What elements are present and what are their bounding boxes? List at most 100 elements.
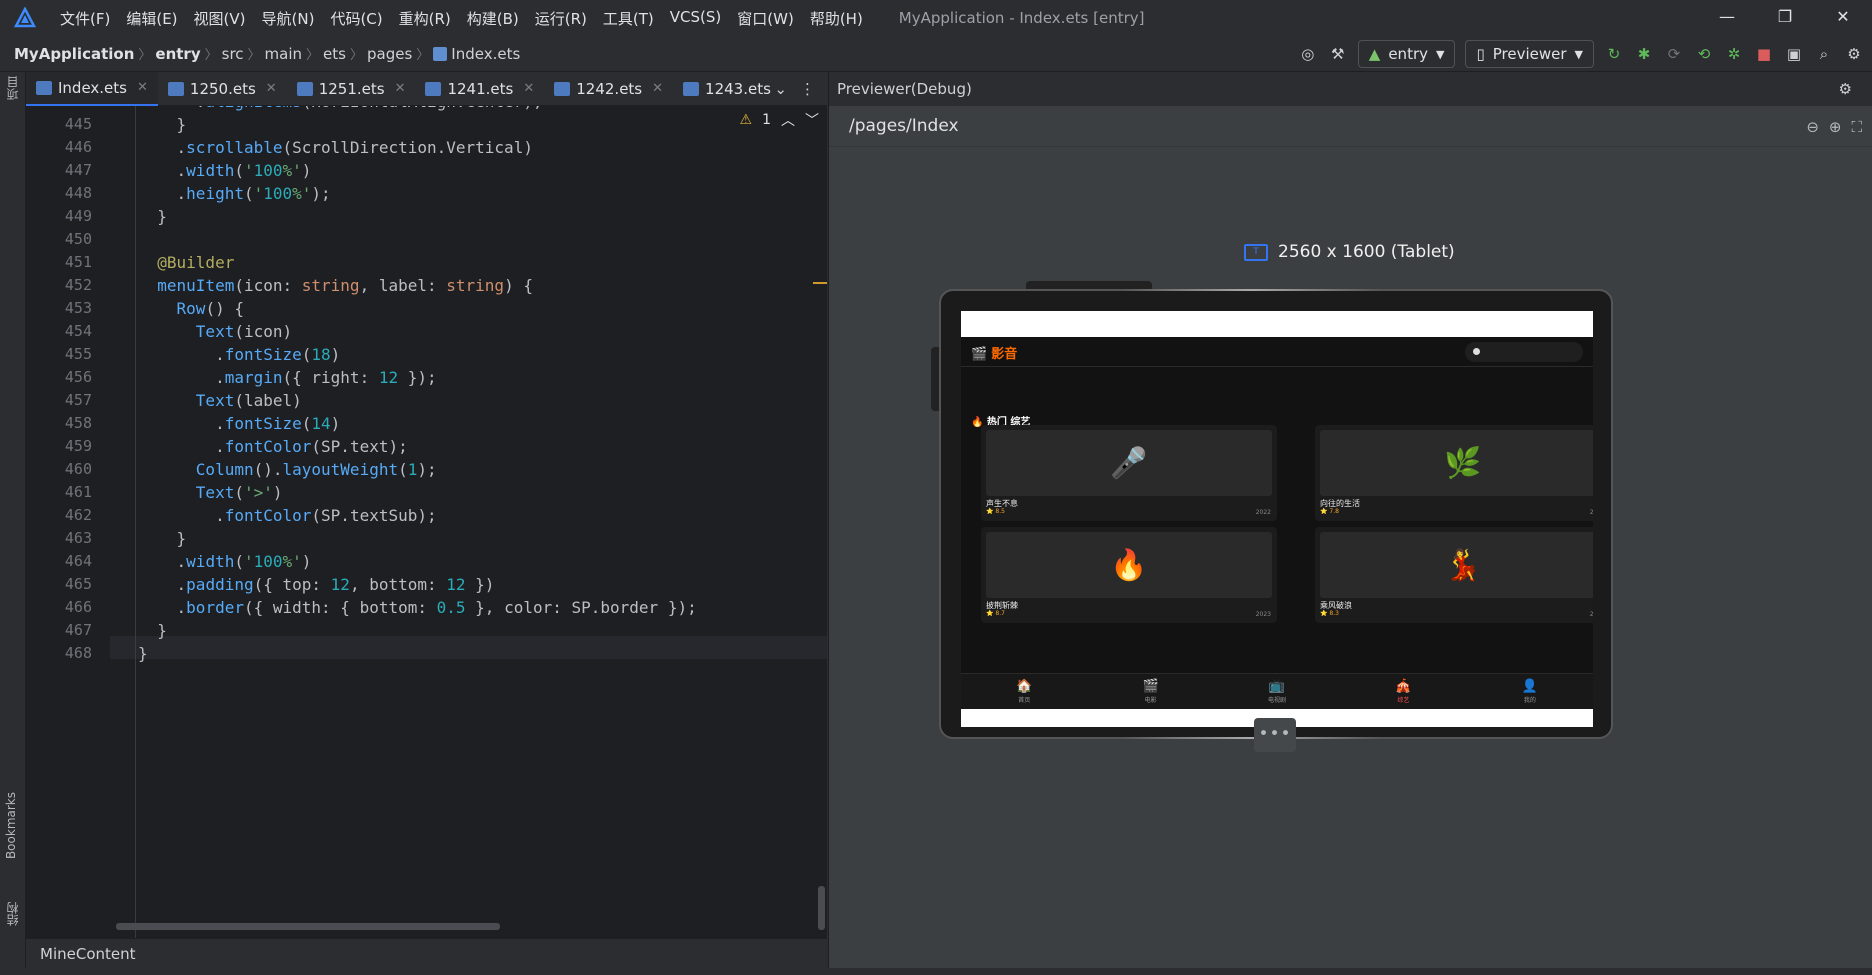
app-tab-tv[interactable]: 📺 电视剧 xyxy=(1214,674,1340,709)
app-tab-home[interactable]: 🏠 首页 xyxy=(961,674,1087,709)
code-line[interactable]: @Builder xyxy=(138,253,234,272)
settings-icon[interactable]: ⚙ xyxy=(1844,44,1864,64)
device-label[interactable]: T 2560 x 1600 (Tablet) xyxy=(1244,242,1455,262)
close-icon[interactable]: ✕ xyxy=(523,81,534,96)
more-options-button[interactable]: ••• xyxy=(1254,718,1296,752)
tab-1251-ets[interactable]: 1251.ets ✕ xyxy=(287,72,416,106)
code-line[interactable]: .fontColor(SP.textSub); xyxy=(138,506,437,525)
show-card[interactable]: 🌿 向往的生活 ⭐ 7.8 2023 xyxy=(1315,425,1593,521)
tab-1250-ets[interactable]: 1250.ets ✕ xyxy=(158,72,287,106)
menu-window[interactable]: 窗口(W) xyxy=(729,8,802,29)
code-line[interactable]: .margin({ right: 12 }); xyxy=(138,368,437,387)
more-vertical-icon[interactable]: ⋮ xyxy=(800,80,815,98)
breadcrumb-ets[interactable]: ets xyxy=(323,45,346,63)
reload-icon[interactable]: ⟲ xyxy=(1694,44,1714,64)
close-icon[interactable]: ✕ xyxy=(137,80,148,95)
close-button[interactable]: ✕ xyxy=(1814,0,1872,36)
show-card[interactable]: 🎤 声生不息 ⭐ 8.5 2022 xyxy=(981,425,1277,521)
code-line[interactable]: Text(label) xyxy=(138,391,302,410)
inspection-widget[interactable]: ⚠ 1 ︿ ﹀ xyxy=(740,110,819,130)
locate-icon[interactable]: ◎ xyxy=(1298,44,1318,64)
menu-edit[interactable]: 编辑(E) xyxy=(118,8,185,29)
app-tab-mine[interactable]: 👤 我的 xyxy=(1467,674,1593,709)
hammer-icon[interactable]: ⚒ xyxy=(1328,44,1348,64)
menu-tools[interactable]: 工具(T) xyxy=(595,8,662,29)
menu-refactor[interactable]: 重构(R) xyxy=(391,8,459,29)
close-icon[interactable]: ✕ xyxy=(652,81,663,96)
close-icon[interactable]: ✕ xyxy=(266,81,277,96)
code-line[interactable]: Row() { xyxy=(138,299,244,318)
module-selector[interactable]: ▲ entry ▼ xyxy=(1357,40,1456,68)
breadcrumb-project[interactable]: MyApplication xyxy=(14,45,134,63)
stop-icon[interactable]: ■ xyxy=(1754,44,1774,64)
chevron-down-icon[interactable]: ﹀ xyxy=(805,110,819,130)
breadcrumb-file[interactable]: Index.ets xyxy=(451,45,520,63)
close-icon[interactable]: ✕ xyxy=(395,81,406,96)
code-line[interactable]: } xyxy=(138,529,187,548)
attach-debugger-icon[interactable]: ⟳ xyxy=(1664,44,1684,64)
chevron-down-icon[interactable]: ⌄ xyxy=(774,80,787,98)
bookmarks-tool-button[interactable]: Bookmarks xyxy=(4,792,18,859)
zoom-in-icon[interactable]: ⊕ xyxy=(1829,118,1842,136)
menu-navigate[interactable]: 导航(N) xyxy=(254,8,323,29)
show-card[interactable]: 🔥 披荆斩棘 ⭐ 8.7 2023 xyxy=(981,527,1277,623)
code-line[interactable]: } xyxy=(138,115,187,134)
breadcrumb-pages[interactable]: pages xyxy=(367,45,412,63)
code-line[interactable]: .padding({ top: 12, bottom: 12 }) xyxy=(138,575,495,594)
code-editor[interactable]: 444 .alignItems(HorizontalAlign.Center);… xyxy=(26,106,827,938)
menu-help[interactable]: 帮助(H) xyxy=(802,8,871,29)
code-line[interactable]: .height('100%'); xyxy=(138,184,331,203)
menu-build[interactable]: 构建(B) xyxy=(459,8,527,29)
code-line[interactable]: .fontColor(SP.text); xyxy=(138,437,408,456)
restore-button[interactable]: ❐ xyxy=(1756,0,1814,36)
code-line[interactable]: } xyxy=(138,621,167,640)
tab-1243-ets[interactable]: 1243.ets xyxy=(673,72,781,106)
tab-index-ets[interactable]: Index.ets ✕ xyxy=(26,71,158,106)
app-tab-movie[interactable]: 🎬 电影 xyxy=(1087,674,1213,709)
context-label[interactable]: MineContent xyxy=(40,945,136,963)
breadcrumb-module[interactable]: entry xyxy=(155,45,200,63)
app-tab-variety[interactable]: 🎪 综艺 xyxy=(1340,674,1466,709)
profile-icon[interactable]: ✲ xyxy=(1724,44,1744,64)
vertical-scrollbar[interactable] xyxy=(818,886,825,930)
app-screen[interactable]: 🎬 影音 🔥 热门 综艺 🎤 声生不息 ⭐ 8.5 2022 🌿 向往的生活 ⭐ … xyxy=(961,311,1593,727)
device-selector[interactable]: ▯ Previewer ▼ xyxy=(1465,40,1594,68)
minimize-button[interactable]: — xyxy=(1698,0,1756,36)
zoom-out-icon[interactable]: ⊖ xyxy=(1806,118,1819,136)
menu-code[interactable]: 代码(C) xyxy=(322,8,390,29)
code-line[interactable]: .alignItems(HorizontalAlign.Center); xyxy=(138,106,543,111)
gear-icon[interactable]: ⚙ xyxy=(1839,72,1852,106)
structure-tool-button[interactable]: 结构 xyxy=(4,902,21,926)
search-icon[interactable]: ⌕ xyxy=(1814,44,1834,64)
code-line[interactable]: Column().layoutWeight(1); xyxy=(138,460,437,479)
menu-file[interactable]: 文件(F) xyxy=(52,8,118,29)
code-line[interactable]: Text(icon) xyxy=(138,322,292,341)
breadcrumb-main[interactable]: main xyxy=(265,45,302,63)
search-box[interactable] xyxy=(1465,342,1583,362)
debug-icon[interactable]: ✱ xyxy=(1634,44,1654,64)
code-line[interactable]: .fontSize(14) xyxy=(138,414,340,433)
tab-1241-ets[interactable]: 1241.ets ✕ xyxy=(415,72,544,106)
project-tool-button[interactable]: 项目 xyxy=(4,76,21,100)
code-line[interactable]: .width('100%') xyxy=(138,552,312,571)
code-line[interactable]: } xyxy=(138,644,148,663)
code-line[interactable]: } xyxy=(138,207,167,226)
code-line[interactable]: .border({ width: { bottom: 0.5 }, color:… xyxy=(138,598,697,617)
show-card[interactable]: 💃 乘风破浪 ⭐ 8.3 2022 xyxy=(1315,527,1593,623)
code-line[interactable]: .width('100%') xyxy=(138,161,312,180)
chevron-up-icon[interactable]: ︿ xyxy=(781,110,795,130)
menu-run[interactable]: 运行(R) xyxy=(527,8,595,29)
code-line[interactable]: .scrollable(ScrollDirection.Vertical) xyxy=(138,138,533,157)
menu-vcs[interactable]: VCS(S) xyxy=(662,8,729,29)
code-line[interactable]: .fontSize(18) xyxy=(138,345,340,364)
warning-marker[interactable] xyxy=(813,282,827,284)
horizontal-scrollbar[interactable] xyxy=(116,923,500,930)
breadcrumb-src[interactable]: src xyxy=(222,45,244,63)
code-line[interactable]: Text('>') xyxy=(138,483,283,502)
rerun-icon[interactable]: ↻ xyxy=(1604,44,1624,64)
tab-1242-ets[interactable]: 1242.ets ✕ xyxy=(544,72,673,106)
fit-screen-icon[interactable]: ⛶ xyxy=(1851,118,1862,136)
menu-view[interactable]: 视图(V) xyxy=(186,8,254,29)
code-line[interactable]: menuItem(icon: string, label: string) { xyxy=(138,276,533,295)
device-manager-icon[interactable]: ▣ xyxy=(1784,44,1804,64)
